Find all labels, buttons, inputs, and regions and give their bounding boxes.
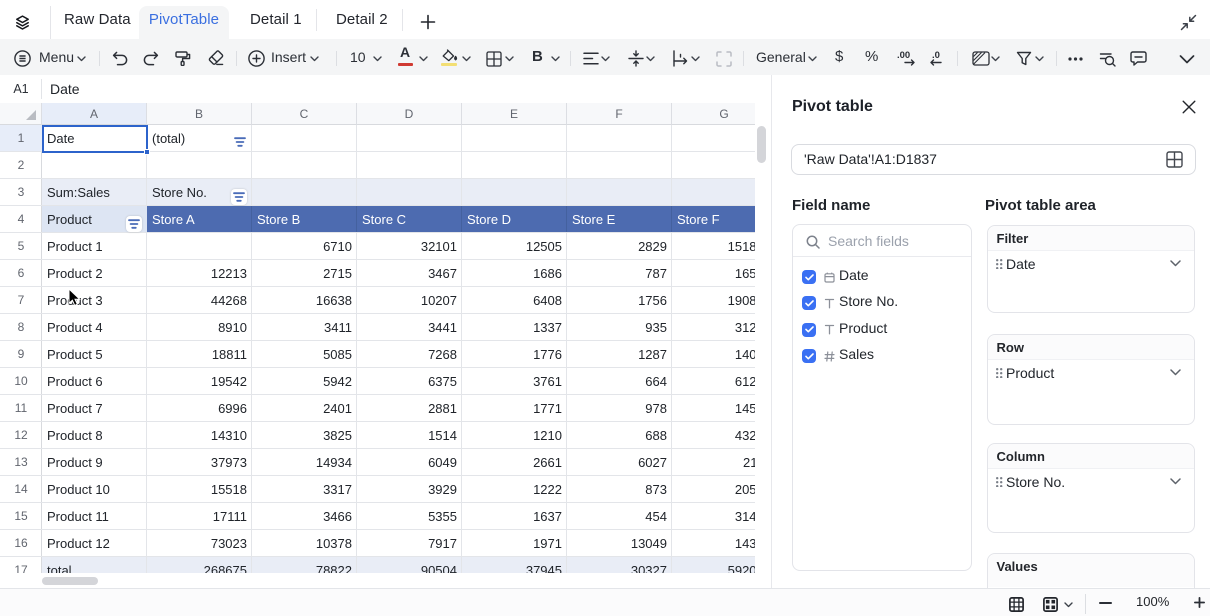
svg-text:.0: .0 (932, 50, 940, 61)
svg-text:.00: .00 (897, 50, 910, 61)
